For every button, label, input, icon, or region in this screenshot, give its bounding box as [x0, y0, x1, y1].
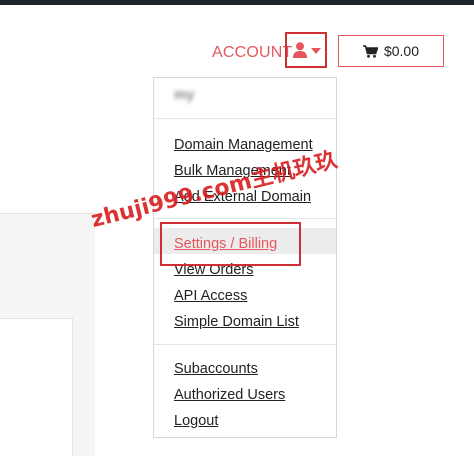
menu-divider [154, 218, 336, 219]
menu-item-subaccounts[interactable]: Subaccounts [174, 360, 258, 378]
menu-item-logout[interactable]: Logout [174, 412, 218, 430]
account-link[interactable]: ACCOUNT [212, 43, 293, 63]
shopping-cart-icon [362, 44, 378, 58]
caret-down-icon [311, 48, 321, 54]
menu-item-add-external-domain[interactable]: Add External Domain [174, 188, 311, 206]
cart-button[interactable]: $0.00 [338, 35, 444, 67]
menu-item-simple-domain-list[interactable]: Simple Domain List [174, 313, 299, 331]
background-inner-card [0, 318, 73, 456]
menu-item-bulk-management[interactable]: Bulk Management [174, 162, 291, 180]
user-name: my [174, 86, 195, 102]
cart-total: $0.00 [383, 43, 420, 59]
menu-item-domain-management[interactable]: Domain Management [174, 136, 313, 154]
account-dropdown-toggle[interactable] [285, 32, 327, 68]
menu-item-authorized-users[interactable]: Authorized Users [174, 386, 285, 404]
menu-item-view-orders[interactable]: View Orders [174, 261, 254, 279]
menu-divider [154, 344, 336, 345]
menu-divider [154, 118, 336, 119]
menu-item-api-access[interactable]: API Access [174, 287, 247, 305]
user-icon [293, 42, 307, 58]
account-dropdown-menu: my Domain Management Bulk Management Add… [153, 77, 337, 438]
menu-item-settings-billing[interactable]: Settings / Billing [174, 235, 277, 253]
top-bar [0, 0, 474, 5]
